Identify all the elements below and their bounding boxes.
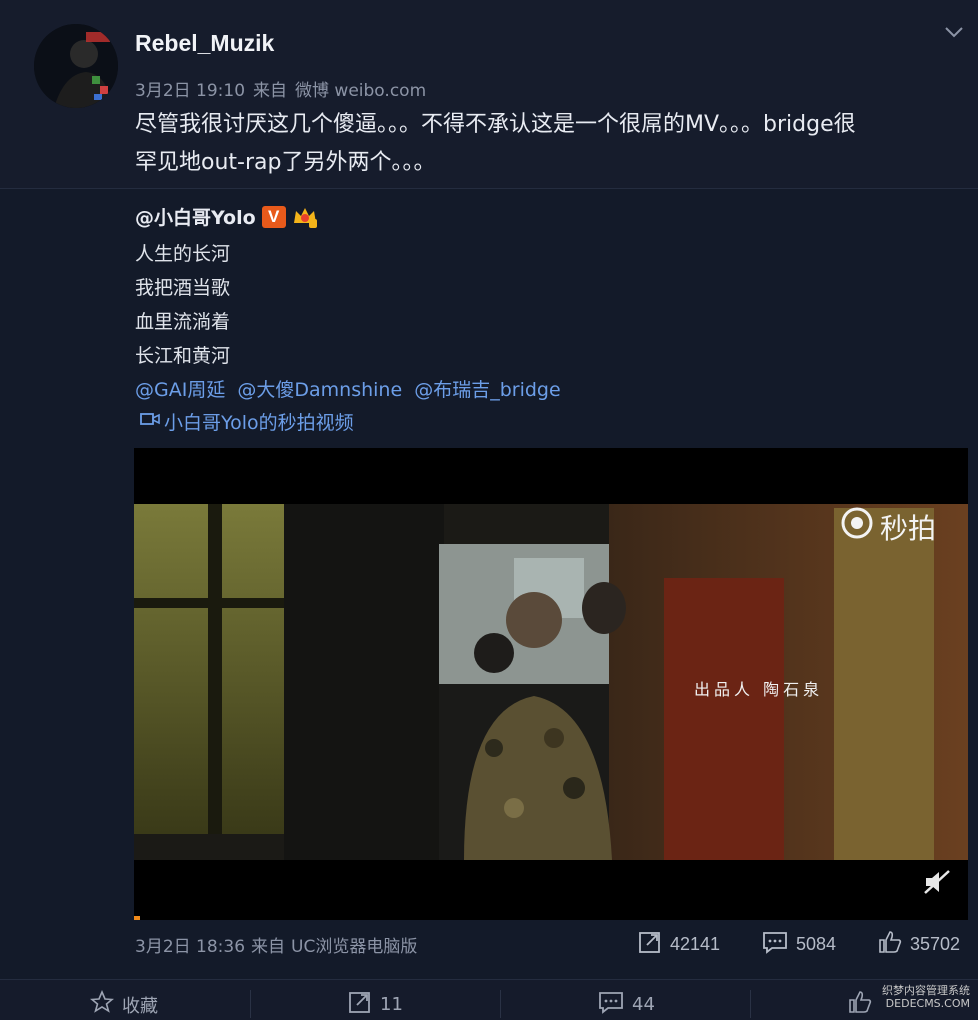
favorite-label: 收藏 (122, 995, 158, 1017)
post-text: 尽管我很讨厌这几个傻逼。。。不得不承认这是一个很屌的MV。。。bridge很 罕… (135, 106, 965, 182)
video-player[interactable]: 秒拍 出品人 陶石泉 (134, 448, 968, 920)
like-count: 35702 (910, 934, 961, 954)
action-repost-button[interactable]: 11 (348, 990, 403, 1019)
repost-count-button[interactable]: 42141 (638, 930, 720, 959)
action-separator (500, 990, 501, 1018)
crown-icon[interactable] (292, 205, 318, 229)
repost-icon (638, 930, 662, 959)
repost-count: 42141 (670, 934, 721, 954)
like-icon (848, 990, 872, 1019)
post-text-line: 尽管我很讨厌这几个傻逼。。。不得不承认这是一个很屌的MV。。。bridge很 (135, 112, 856, 137)
repost-source-prefix: 来自 (251, 937, 286, 957)
post-meta: 3月2日 19:10 来自 微博 weibo.com (135, 76, 434, 101)
action-like-button[interactable] (848, 990, 872, 1019)
post-username[interactable]: Rebel_Muzik (135, 30, 274, 57)
post-source[interactable]: 微博 weibo.com (295, 81, 426, 101)
video-link-label: 小白哥Yolo的秒拍视频 (164, 412, 354, 434)
v-verified-icon[interactable]: V (261, 205, 286, 228)
weibo-post: Rebel_Muzik 3月2日 19:10 来自 微博 weibo.com 尽管我… (0, 0, 978, 188)
site-watermark-line: 织梦内容管理系统 (882, 984, 970, 997)
repost-lyric-line: 人生的长河 (135, 243, 231, 265)
like-count-button[interactable]: 35702 (878, 930, 960, 959)
site-watermark: 织梦内容管理系统 DEDECMS.COM (882, 984, 970, 1010)
mute-icon[interactable] (922, 868, 952, 896)
video-progress[interactable] (134, 916, 140, 920)
action-comment-button[interactable]: 44 (598, 990, 655, 1019)
avatar[interactable] (34, 24, 118, 108)
post-date[interactable]: 3月2日 19:10 (135, 81, 245, 101)
repost-date[interactable]: 3月2日 18:36 (135, 937, 245, 957)
miaopai-logo-icon (840, 506, 874, 547)
post-source-prefix: 来自 (253, 81, 288, 101)
video-camera-icon (140, 410, 160, 433)
mention-link[interactable]: @GAI周延 (135, 379, 225, 401)
watermark-text: 秒拍 (879, 511, 936, 545)
comment-icon (598, 990, 624, 1019)
action-repost-count: 11 (380, 994, 403, 1015)
action-separator (250, 990, 251, 1018)
repost-icon (348, 990, 372, 1019)
site-watermark-line: DEDECMS.COM (885, 997, 970, 1010)
mention-link[interactable]: @大傻Damnshine (237, 379, 402, 401)
action-separator (750, 990, 751, 1018)
repost-lyric-line: 我把酒当歌 (135, 277, 231, 299)
mention-link[interactable]: @布瑞吉_bridge (414, 379, 560, 401)
post-text-line: 罕见地out-rap了另外两个。。。 (135, 150, 436, 175)
mentions: @GAI周延 @大傻Damnshine @布瑞吉_bridge (135, 375, 567, 402)
chevron-down-icon[interactable] (940, 22, 968, 42)
star-icon (89, 989, 115, 1019)
miaopai-watermark: 秒拍 (840, 506, 936, 547)
comment-icon (762, 930, 788, 959)
video-credit: 出品人 陶石泉 (694, 680, 824, 699)
repost-source[interactable]: UC浏览器电脑版 (291, 937, 417, 957)
repost-username[interactable]: @小白哥Yolo (135, 203, 256, 230)
comment-count: 5084 (796, 934, 837, 954)
video-link[interactable]: 小白哥Yolo的秒拍视频 (140, 408, 354, 435)
repost-user: @小白哥Yolo V (135, 203, 318, 230)
like-icon (878, 930, 902, 959)
repost-lyric-line: 血里流淌着 (135, 311, 231, 333)
comment-count-button[interactable]: 5084 (762, 930, 836, 959)
favorite-button[interactable]: 收藏 (89, 989, 158, 1019)
action-comment-count: 44 (632, 994, 655, 1015)
repost-meta: 3月2日 18:36 来自 UC浏览器电脑版 (135, 932, 423, 957)
repost-lyric-line: 长江和黄河 (135, 345, 231, 367)
